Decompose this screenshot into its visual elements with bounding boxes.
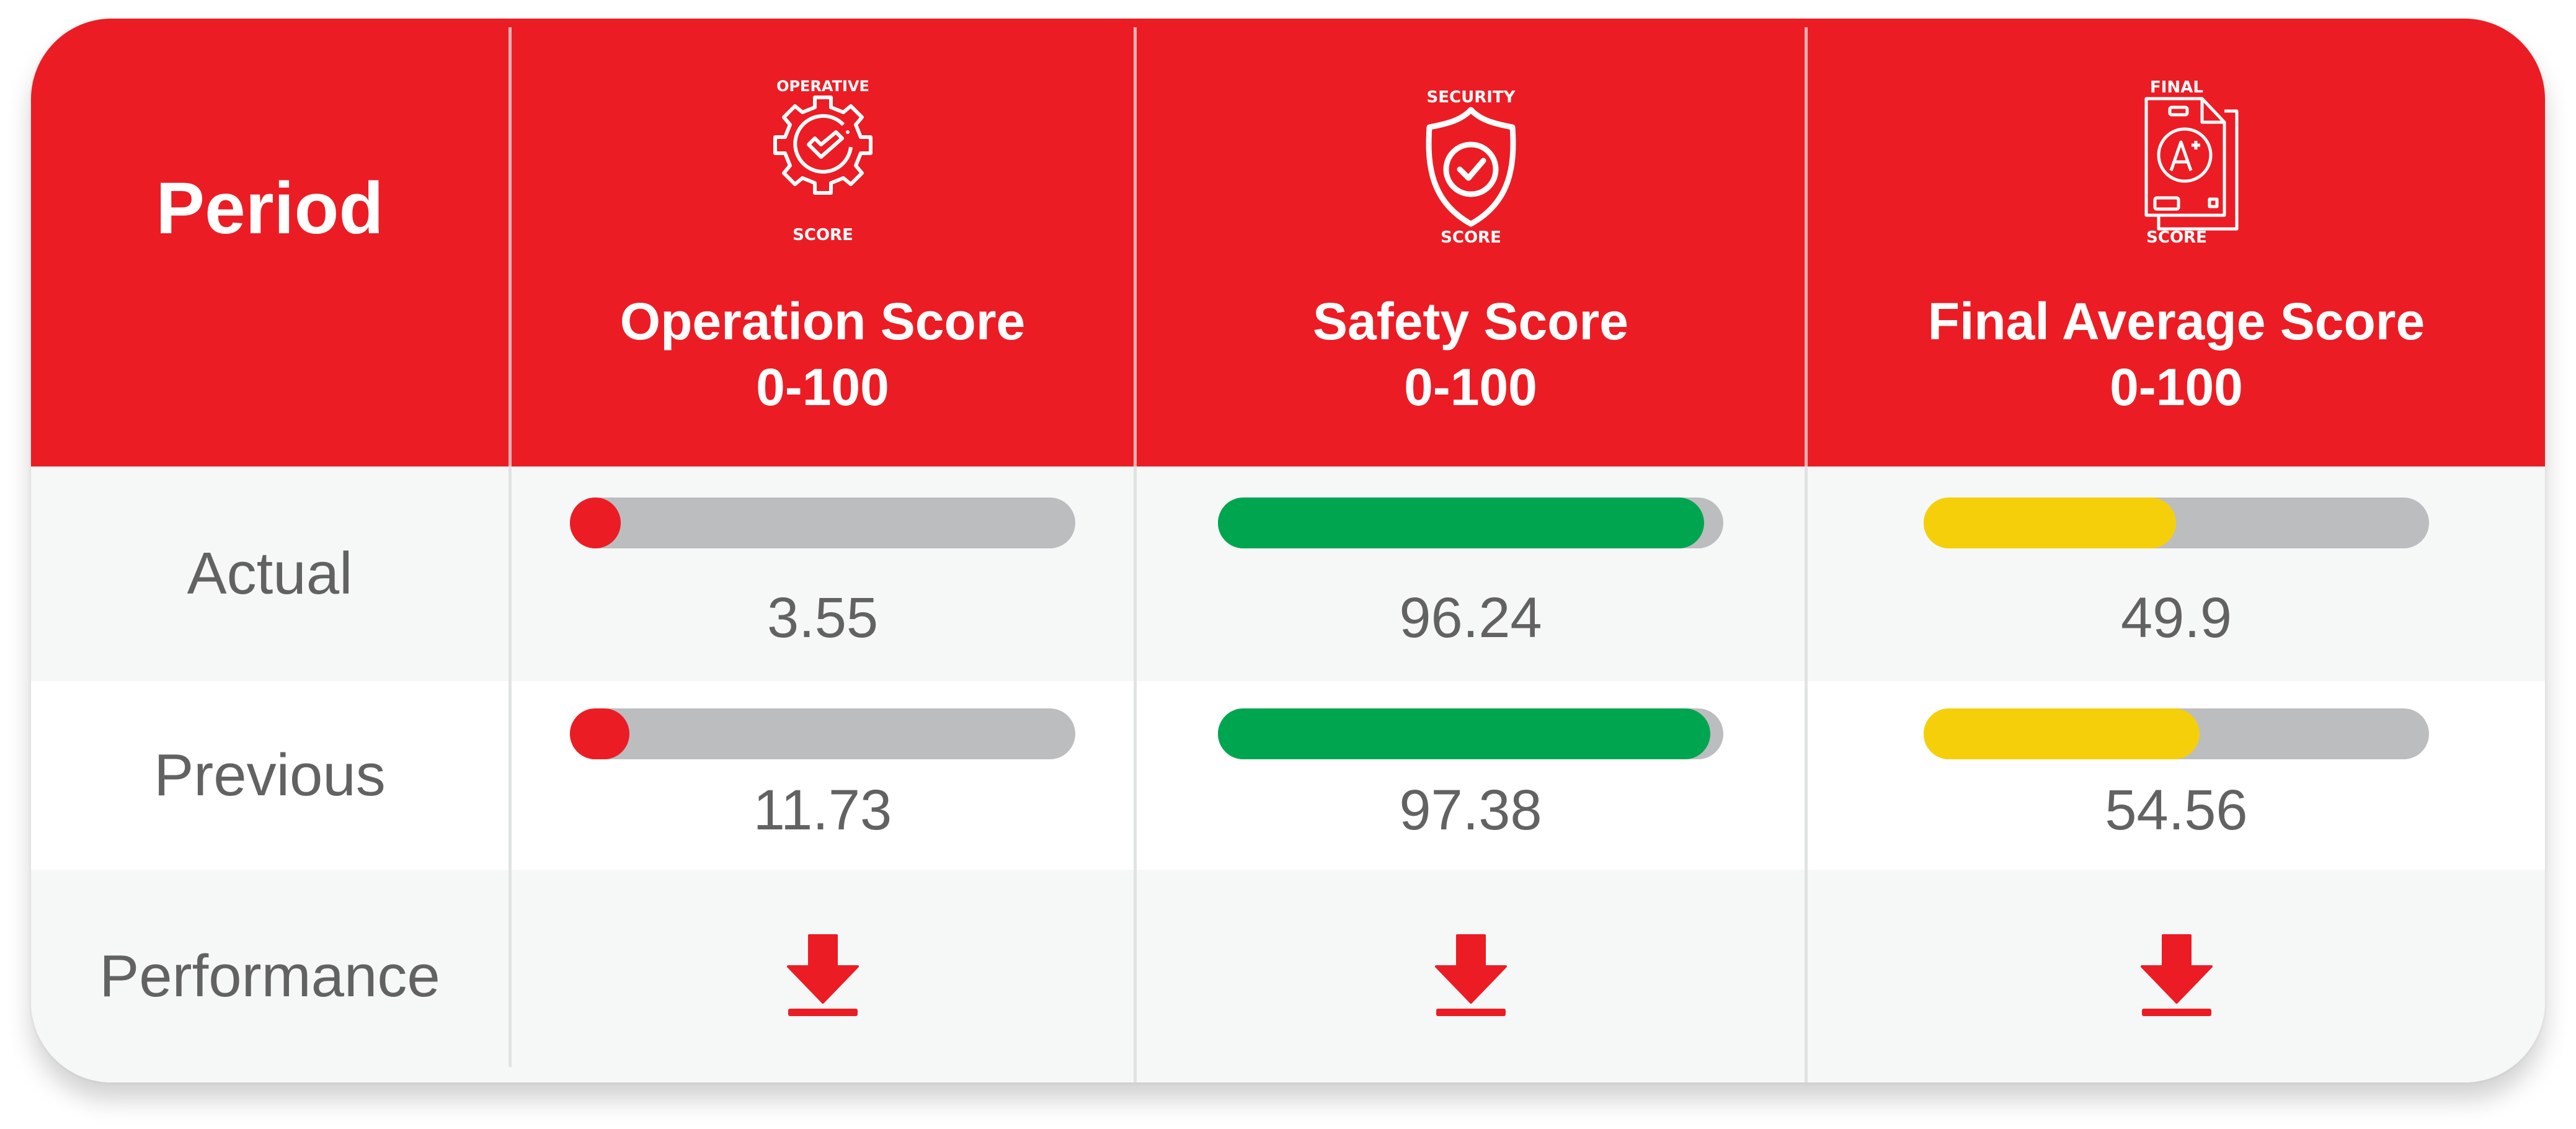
download-arrow-down-icon bbox=[2140, 934, 2213, 1016]
operation-previous-cell: 11.73 bbox=[512, 681, 1134, 870]
operation-score-title: Operation Score bbox=[620, 292, 1026, 350]
safety-score-range: 0-100 bbox=[1404, 358, 1537, 416]
final-score-title: Final Average Score bbox=[1927, 292, 2425, 350]
final-actual-cell: 49.9 bbox=[1808, 466, 2545, 681]
final-previous-cell: 54.56 bbox=[1808, 681, 2545, 870]
operation-previous-value: 11.73 bbox=[753, 778, 892, 842]
operation-actual-cell: 3.55 bbox=[512, 466, 1134, 681]
period-header-label: Period bbox=[156, 167, 384, 249]
operation-score-header: Operation Score 0-100 bbox=[620, 288, 1026, 420]
table-row-actual: Actual 3.55 96.24 49.9 bbox=[31, 466, 2545, 681]
icon-top-text: OPERATIVE bbox=[776, 78, 869, 95]
operation-actual-value: 3.55 bbox=[766, 586, 879, 649]
row-label-cell: Actual bbox=[31, 466, 509, 681]
operation-performance-cell bbox=[512, 870, 1134, 1082]
document-grade-a-plus-icon: FINAL SCORE bbox=[2144, 78, 2238, 245]
safety-score-header: Safety Score 0-100 bbox=[1313, 288, 1628, 420]
final-performance-cell bbox=[1808, 870, 2545, 1082]
icon-bottom-text: SCORE bbox=[1441, 228, 1501, 245]
column-divider bbox=[1805, 466, 1808, 1082]
progress-fill bbox=[570, 708, 629, 759]
operation-score-range: 0-100 bbox=[756, 358, 889, 416]
shield-check-icon: SECURITY SCORE bbox=[1426, 88, 1516, 245]
icon-top-text: SECURITY bbox=[1426, 88, 1516, 107]
column-divider bbox=[509, 466, 512, 1067]
column-divider bbox=[1805, 27, 1808, 466]
table-header: Period OPERATIVE SCORE Operation Score 0… bbox=[31, 19, 2545, 466]
icon-top-text: FINAL bbox=[2150, 78, 2203, 97]
final-score-range: 0-100 bbox=[2110, 358, 2243, 416]
final-previous-value: 54.56 bbox=[2105, 778, 2248, 842]
operation-previous-progress-bar bbox=[570, 708, 1075, 759]
header-safety-cell: SECURITY SCORE Safety Score 0-100 bbox=[1137, 19, 1805, 466]
progress-fill bbox=[1218, 708, 1710, 759]
column-divider bbox=[1134, 27, 1137, 466]
column-divider bbox=[509, 27, 512, 466]
safety-previous-value: 97.38 bbox=[1399, 778, 1542, 842]
safety-actual-value: 96.24 bbox=[1399, 586, 1542, 649]
row-label-previous: Previous bbox=[154, 742, 386, 808]
column-divider bbox=[1134, 466, 1137, 1082]
final-score-header: Final Average Score 0-100 bbox=[1928, 288, 2425, 420]
safety-score-title: Safety Score bbox=[1313, 292, 1628, 350]
row-label-cell: Performance bbox=[31, 870, 509, 1082]
icon-bottom-text: SCORE bbox=[793, 226, 853, 244]
table-row-previous: Previous 11.73 97.38 54.56 bbox=[31, 681, 2545, 870]
row-label-performance: Performance bbox=[99, 942, 440, 1009]
progress-fill bbox=[1924, 497, 2176, 548]
safety-actual-cell: 96.24 bbox=[1137, 466, 1805, 681]
final-actual-progress-bar bbox=[1924, 497, 2429, 548]
final-previous-progress-bar bbox=[1924, 708, 2429, 759]
header-final-cell: FINAL SCORE Final Average Score 0-100 bbox=[1808, 19, 2545, 466]
download-arrow-down-icon bbox=[1434, 934, 1507, 1016]
icon-bottom-text: SCORE bbox=[2146, 228, 2207, 245]
final-actual-value: 49.9 bbox=[2120, 586, 2232, 649]
gear-check-icon: OPERATIVE SCORE bbox=[773, 78, 873, 244]
progress-fill bbox=[1924, 708, 2200, 759]
row-label-actual: Actual bbox=[187, 540, 353, 607]
header-period-cell: Period bbox=[31, 19, 509, 466]
score-table-card: Period OPERATIVE SCORE Operation Score 0… bbox=[31, 19, 2545, 1082]
safety-previous-progress-bar bbox=[1218, 708, 1723, 759]
safety-performance-cell bbox=[1137, 870, 1805, 1082]
progress-fill bbox=[1218, 497, 1705, 548]
download-arrow-down-icon bbox=[786, 934, 859, 1016]
safety-previous-cell: 97.38 bbox=[1137, 681, 1805, 870]
operation-actual-progress-bar bbox=[570, 497, 1075, 548]
row-label-cell: Previous bbox=[31, 681, 509, 870]
safety-actual-progress-bar bbox=[1218, 497, 1723, 548]
header-operation-cell: OPERATIVE SCORE Operation Score 0-100 bbox=[512, 19, 1134, 466]
table-row-performance: Performance bbox=[31, 870, 2545, 1082]
progress-fill bbox=[570, 497, 621, 548]
